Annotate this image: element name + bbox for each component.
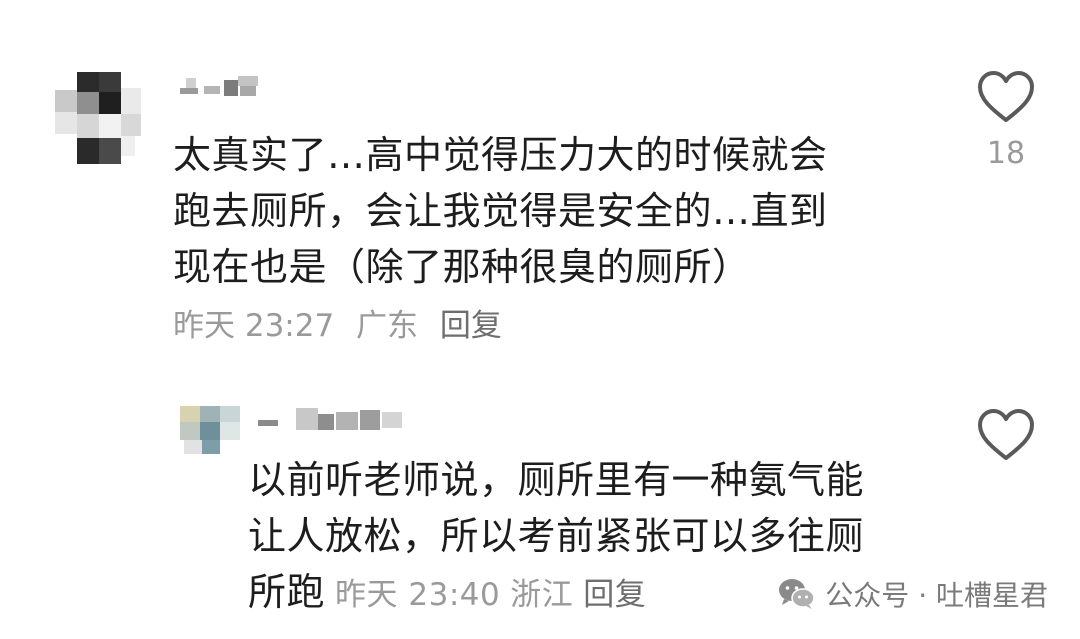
comment-text-line: 太真实了…高中觉得压力大的时候就会 [173,133,828,177]
comment-time: 昨天 23:40 [335,577,501,613]
comment-location: 广东 [356,308,419,344]
comment-location: 浙江 [510,577,574,613]
comment-text-line: 以前听老师说，厕所里有一种氨气能 [248,458,865,502]
heart-outline-icon[interactable] [977,70,1035,124]
username-blurred[interactable] [256,406,406,432]
comment-meta: 昨天 23:40 浙江 回复 [335,577,656,613]
comment-text-line: 跑去厕所，会让我觉得是安全的…直到 [173,189,828,233]
comment-time: 昨天 23:27 [173,308,335,344]
comment-text: 太真实了…高中觉得压力大的时候就会 跑去厕所，会让我觉得是安全的…直到 现在也是… [173,127,903,295]
reply-button[interactable]: 回复 [440,308,502,344]
avatar[interactable] [55,72,141,164]
heart-outline-icon[interactable] [977,408,1035,462]
like-count: 18 [986,136,1026,171]
watermark-text: 公众号 · 吐槽星君 [825,579,1048,612]
avatar[interactable] [180,406,242,456]
wechat-icon [779,579,816,609]
username-blurred[interactable] [178,74,262,98]
comment-text-last: 所跑 [248,570,326,614]
comment-meta: 昨天 23:27 广东 回复 [173,303,514,349]
comment-text-line: 让人放松，所以考前紧张可以多往厕 [248,514,865,558]
watermark: 公众号 · 吐槽星君 [777,574,1048,614]
comment-text-line: 现在也是（除了那种很臭的厕所） [173,245,751,289]
reply-button[interactable]: 回复 [583,577,646,613]
